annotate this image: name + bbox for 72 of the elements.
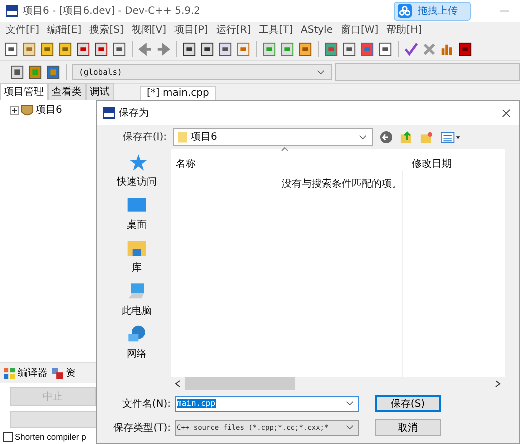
menu-item[interactable]: 文件[F]: [6, 23, 40, 37]
place-item[interactable]: 桌面: [127, 196, 147, 232]
column-header[interactable]: 名称: [171, 157, 407, 171]
place-label: 此电脑: [122, 304, 152, 318]
save-button[interactable]: 保存(S): [375, 395, 441, 412]
compiler-tab[interactable]: 编译器: [4, 366, 48, 380]
menu-item[interactable]: 项目[P]: [174, 23, 208, 37]
cancel-button[interactable]: 取消: [375, 419, 441, 436]
panel-tab[interactable]: 查看类: [48, 83, 86, 100]
tree-item[interactable]: 项目6: [36, 103, 62, 117]
place-label: 桌面: [127, 218, 147, 232]
menu-item[interactable]: 视图[V]: [132, 23, 166, 37]
place-item[interactable]: 网络: [127, 325, 147, 361]
panel-tab[interactable]: 调试: [86, 83, 114, 100]
save-in-label: 保存在(I):: [122, 131, 167, 144]
project-icon: [21, 104, 34, 116]
place-item[interactable]: 此电脑: [122, 282, 152, 318]
scope-value: (globals): [79, 68, 122, 76]
place-item[interactable]: 快速访问: [117, 153, 157, 189]
app-icon: [6, 5, 18, 17]
checkbox-label: Shorten compiler p: [15, 432, 86, 442]
menu-item[interactable]: 工具[T]: [259, 23, 294, 37]
upload-button[interactable]: 拖拽上传: [394, 2, 471, 20]
stacked-squares-icon: [52, 368, 63, 378]
chevron-icon: [346, 425, 354, 430]
chevron-icon: [317, 70, 325, 74]
scope-dropdown[interactable]: (globals): [72, 64, 332, 80]
undo-icon[interactable]: [138, 42, 153, 56]
upload-label: 拖拽上传: [418, 4, 458, 18]
redo-icon[interactable]: [156, 42, 171, 56]
window-title: 项目6 - [项目6.dev] - Dev-C++ 5.9.2: [23, 5, 201, 18]
menu-item[interactable]: 帮助[H]: [386, 23, 422, 37]
filename-label: 文件名(N):: [121, 398, 172, 410]
cloud-icon: [398, 4, 412, 18]
empty-message: 没有与搜索条件匹配的项。: [282, 179, 402, 190]
folder-icon: [127, 239, 147, 259]
back-icon[interactable]: [380, 130, 393, 144]
compiler-tab[interactable]: 资: [52, 366, 76, 380]
place-item[interactable]: 库: [127, 239, 147, 275]
chevron-icon: [346, 401, 354, 406]
place-label: 库: [132, 262, 142, 275]
close-icon[interactable]: [502, 108, 511, 118]
menu-item[interactable]: 编辑[E]: [48, 23, 82, 37]
column-header[interactable]: 修改日期: [407, 157, 452, 171]
scroll-left-icon[interactable]: [175, 380, 181, 388]
filename-field[interactable]: main.cpp: [175, 396, 359, 412]
filetype-label: 保存类型(T):: [112, 422, 172, 434]
menu-item[interactable]: 窗口[W]: [341, 23, 379, 37]
filename-value: main.cpp: [177, 399, 216, 408]
place-label: 网络: [127, 348, 147, 361]
location-dropdown[interactable]: 项目6: [173, 128, 373, 146]
scrollbar-thumb[interactable]: [185, 377, 295, 390]
panel-tab[interactable]: 项目管理: [0, 83, 48, 100]
location-value: 项目6: [191, 131, 218, 144]
new-folder-icon[interactable]: [420, 130, 433, 144]
dialog-title: 保存为: [119, 106, 149, 120]
menu-item[interactable]: 搜索[S]: [90, 23, 124, 37]
chevron-icon: [359, 134, 367, 140]
check-icon[interactable]: [404, 42, 419, 56]
place-label: 快速访问: [117, 176, 157, 189]
view-menu-icon[interactable]: [441, 130, 461, 144]
folder-up-icon[interactable]: [400, 130, 413, 144]
menu-item[interactable]: AStyle: [301, 24, 333, 36]
scroll-right-icon[interactable]: [495, 380, 501, 388]
menu-item[interactable]: 运行[R]: [216, 23, 252, 37]
expand-icon[interactable]: [10, 106, 19, 114]
checkbox[interactable]: [3, 432, 13, 442]
app-icon: [103, 107, 115, 119]
editor-tab[interactable]: [*] main.cpp: [140, 86, 216, 100]
minimize-button[interactable]: —: [500, 6, 510, 16]
folder-icon: [178, 132, 187, 142]
sort-caret-icon: [281, 147, 289, 152]
